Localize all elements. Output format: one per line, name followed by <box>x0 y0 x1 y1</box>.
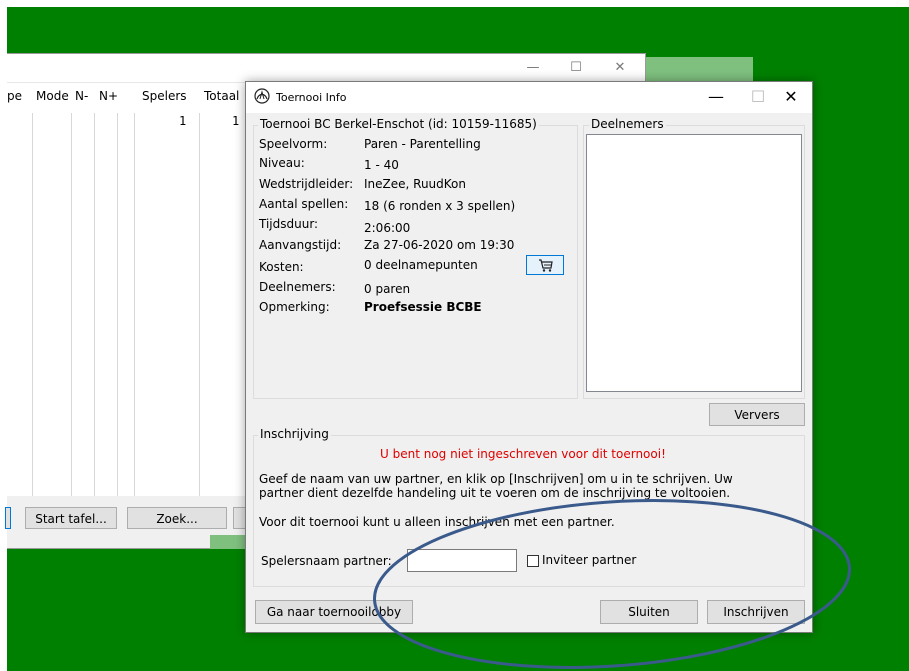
aanvangstijd-value: Za 27-06-2020 om 19:30 <box>364 238 515 252</box>
partner-name-label: Spelersnaam partner: <box>261 554 392 568</box>
start-tafel-button[interactable]: Start tafel... <box>25 507 117 529</box>
desktop: — ☐ ✕ pe Mode N- N+ Spelers Totaal 1 1 S… <box>0 0 909 671</box>
bg-minimize-button[interactable]: — <box>518 59 548 77</box>
aantal-spellen-label: Aantal spellen: <box>259 197 349 211</box>
column-divider <box>199 113 200 497</box>
app-icon <box>254 88 270 104</box>
deelnemers-label: Deelnemers: <box>259 280 336 294</box>
niveau-label: Niveau: <box>259 156 305 170</box>
opmerking-value: Proefsessie BCBE <box>364 300 482 314</box>
column-divider <box>32 113 33 497</box>
not-registered-warning: U bent nog niet ingeschreven voor dit to… <box>380 447 666 461</box>
shopping-cart-icon <box>539 259 553 272</box>
wedstrijdleider-label: Wedstrijdleider: <box>259 177 354 191</box>
column-divider <box>134 113 135 497</box>
close-button[interactable]: Sluiten <box>600 600 698 624</box>
bg-maximize-button[interactable]: ☐ <box>561 59 591 77</box>
cell-totaal: 1 <box>232 114 240 128</box>
speelvorm-value: Paren - Parentelling <box>364 137 481 151</box>
dialog-titlebar: Toernooi Info — ☐ ✕ <box>246 82 812 113</box>
buy-points-button[interactable] <box>526 255 564 275</box>
column-header-type[interactable]: pe <box>7 89 22 103</box>
column-header-n-minus[interactable]: N- <box>75 89 88 103</box>
kosten-label: Kosten: <box>259 260 304 274</box>
instructions-text-line2: partner dient dezelfde handeling uit te … <box>259 486 731 500</box>
opmerking-label: Opmerking: <box>259 300 330 314</box>
aanvangstijd-label: Aanvangstijd: <box>259 238 342 252</box>
cell-spelers: 1 <box>179 114 187 128</box>
tijdsduur-value: 2:06:00 <box>364 221 411 235</box>
aantal-spellen-value: 18 (6 ronden x 3 spellen) <box>364 199 516 213</box>
partner-name-input[interactable] <box>407 549 517 572</box>
instructions-text-line1: Geef de naam van uw partner, en klik op … <box>259 472 733 486</box>
maximize-button: ☐ <box>750 87 766 106</box>
partner-only-notice: Voor dit toernooi kunt u alleen inschrij… <box>259 515 615 529</box>
column-header-spelers[interactable]: Spelers <box>142 89 187 103</box>
bg-close-button[interactable]: ✕ <box>605 59 635 77</box>
zoek-button[interactable]: Zoek... <box>127 507 227 529</box>
column-divider <box>71 113 72 497</box>
participants-list[interactable] <box>586 134 802 392</box>
registration-legend: Inschrijving <box>258 427 331 441</box>
tournament-header: Toernooi BC Berkel-Enschot (id: 10159-11… <box>258 117 539 131</box>
column-divider <box>117 113 118 497</box>
niveau-value: 1 - 40 <box>364 158 399 172</box>
background-window-shade <box>210 535 246 549</box>
participants-legend: Deelnemers <box>589 117 666 131</box>
kosten-value: 0 deelnamepunten <box>364 258 478 272</box>
minimize-button[interactable]: — <box>701 86 731 108</box>
column-header-totaal[interactable]: Totaal <box>204 89 239 103</box>
tijdsduur-label: Tijdsduur: <box>259 217 319 231</box>
column-header-mode[interactable]: Mode <box>36 89 69 103</box>
column-header-n-plus[interactable]: N+ <box>99 89 118 103</box>
wedstrijdleider-value: IneZee, RuudKon <box>364 177 466 191</box>
invite-partner-checkbox[interactable] <box>527 555 539 567</box>
partial-button[interactable] <box>5 507 11 529</box>
invite-partner-label[interactable]: Inviteer partner <box>542 553 636 567</box>
background-window-titlebar: — ☐ ✕ <box>7 54 645 82</box>
column-divider <box>94 113 95 497</box>
tournament-info-dialog: Toernooi Info — ☐ ✕ Toernooi BC Berkel-E… <box>245 81 813 633</box>
close-window-button[interactable]: ✕ <box>776 86 806 108</box>
register-button[interactable]: Inschrijven <box>707 600 805 624</box>
speelvorm-label: Speelvorm: <box>259 137 328 151</box>
go-to-lobby-button[interactable]: Ga naar toernooilobby <box>255 600 413 624</box>
refresh-button[interactable]: Ververs <box>709 403 805 426</box>
deelnemers-value: 0 paren <box>364 282 411 296</box>
dialog-title: Toernooi Info <box>276 91 347 104</box>
